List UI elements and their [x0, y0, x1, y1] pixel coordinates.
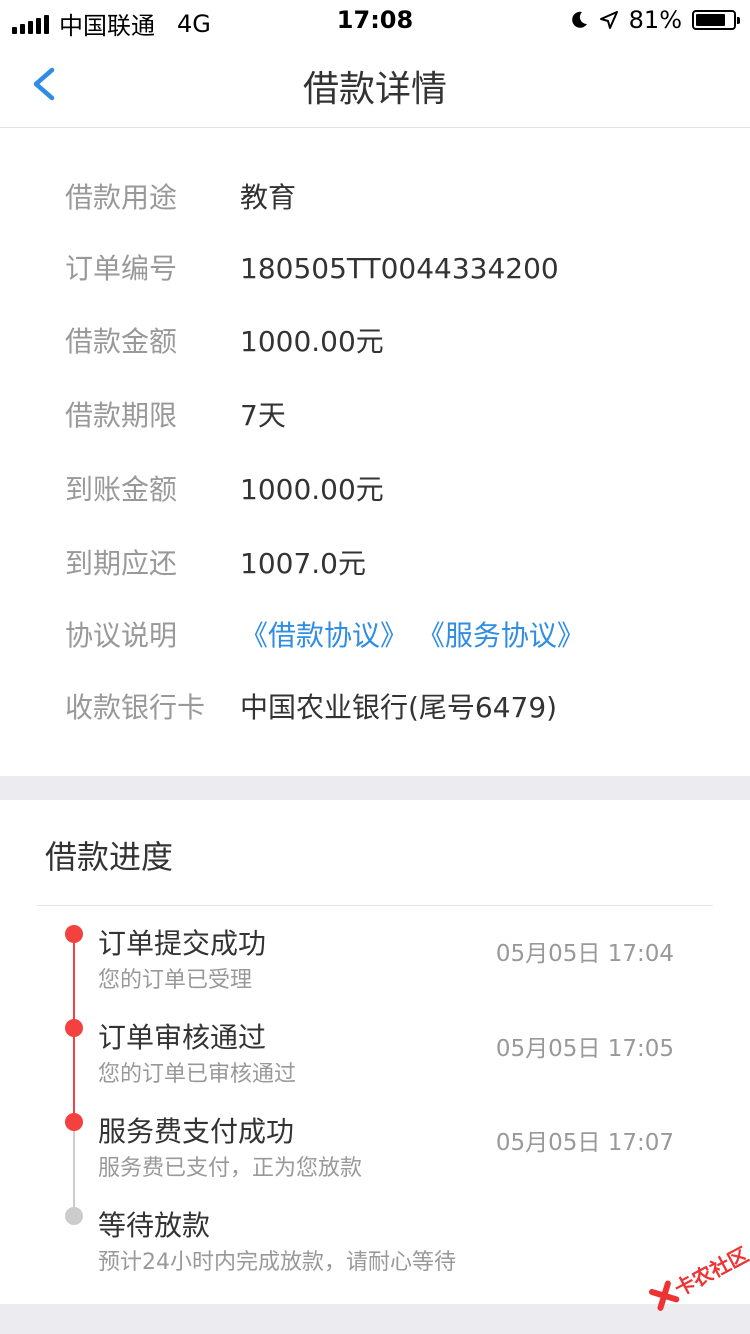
detail-value: 1000.00元	[240, 473, 384, 506]
agreement-links: 《借款协议》 《服务协议》	[240, 606, 585, 666]
step-description: 预计24小时内完成放款，请耐心等待	[98, 1250, 456, 1275]
timeline-connector	[73, 1028, 75, 1122]
progress-title: 借款进度	[45, 838, 174, 876]
detail-value: 中国农业银行(尾号6479)	[240, 691, 558, 724]
detail-row-loan-amount: 借款金额 1000.00元	[0, 312, 750, 372]
step-title: 服务费支付成功	[98, 1115, 295, 1148]
loan-agreement-link[interactable]: 《借款协议》	[240, 619, 408, 652]
loan-details-card: 借款用途 教育 订单编号 180505TT0044334200 借款金额 100…	[0, 128, 750, 776]
detail-label: 到账金额	[65, 473, 178, 506]
divider	[37, 905, 713, 906]
detail-row-agreements: 协议说明 《借款协议》 《服务协议》	[0, 606, 750, 666]
step-description: 您的订单已审核通过	[98, 1062, 297, 1087]
page-title: 借款详情	[302, 69, 447, 110]
battery-icon	[692, 10, 740, 30]
step-title: 订单审核通过	[98, 1021, 267, 1054]
step-status-dot	[65, 1113, 83, 1131]
detail-row-purpose: 借款用途 教育	[0, 168, 750, 228]
detail-label: 协议说明	[65, 619, 178, 652]
detail-value: 1000.00元	[240, 325, 384, 358]
location-arrow-icon	[599, 11, 618, 29]
step-description: 您的订单已受理	[98, 968, 253, 993]
detail-value: 180505TT0044334200	[240, 252, 559, 285]
detail-label: 借款用途	[65, 181, 178, 214]
detail-value: 1007.0元	[240, 547, 366, 580]
detail-value: 教育	[240, 181, 297, 214]
moon-icon	[571, 11, 587, 28]
timeline-connector	[73, 1122, 75, 1216]
step-status-dot	[65, 1019, 83, 1037]
detail-label: 借款金额	[65, 325, 178, 358]
navigation-bar: 借款详情	[0, 40, 750, 128]
detail-label: 到期应还	[65, 547, 178, 580]
step-description: 服务费已支付，正为您放款	[98, 1156, 363, 1181]
detail-row-order-number: 订单编号 180505TT0044334200	[0, 239, 750, 299]
service-agreement-link[interactable]: 《服务协议》	[417, 619, 585, 652]
step-title: 订单提交成功	[98, 927, 267, 960]
detail-row-due-amount: 到期应还 1007.0元	[0, 534, 750, 594]
step-time: 05月05日 17:04	[495, 941, 674, 967]
step-time: 05月05日 17:05	[495, 1036, 674, 1062]
detail-row-term: 借款期限 7天	[0, 386, 750, 446]
battery-percentage: 81%	[628, 6, 682, 34]
detail-label: 订单编号	[65, 252, 178, 285]
step-status-dot	[65, 925, 83, 943]
loan-progress-card: 借款进度 订单提交成功 您的订单已受理 05月05日 17:04 订单审核通过 …	[0, 800, 750, 1304]
detail-label: 借款期限	[65, 399, 178, 432]
detail-label: 收款银行卡	[65, 691, 206, 724]
step-time: 05月05日 17:07	[495, 1130, 674, 1156]
status-bar: 中国联通 4G 17:08 81%	[0, 0, 750, 40]
detail-value: 7天	[240, 399, 286, 432]
detail-row-received-amount: 到账金额 1000.00元	[0, 460, 750, 520]
timeline-connector	[73, 934, 75, 1028]
detail-row-bank-card: 收款银行卡 中国农业银行(尾号6479)	[0, 678, 750, 738]
step-status-dot	[65, 1207, 83, 1225]
step-title: 等待放款	[98, 1209, 211, 1242]
